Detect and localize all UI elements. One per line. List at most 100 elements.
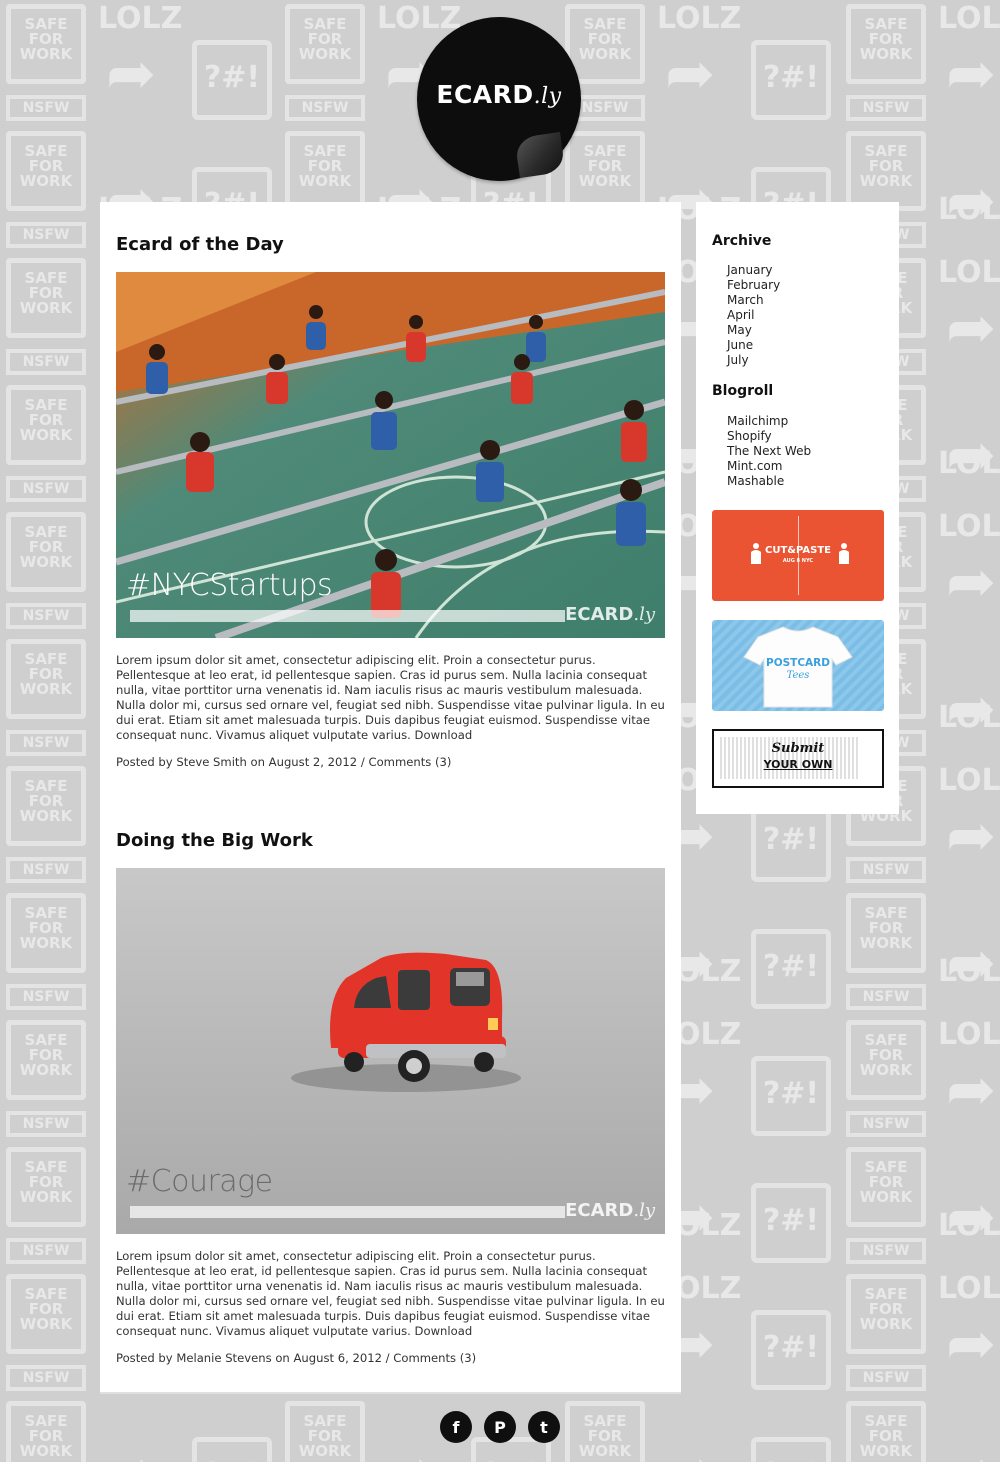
safe-for-work-tile: SAFE FOR WORK — [846, 4, 926, 84]
twitter-icon[interactable]: t — [528, 1411, 560, 1443]
lolz-tile: LOLZ — [98, 1, 183, 36]
cutpaste-label: CUT&PASTE — [764, 545, 831, 556]
nsfw-tile: NSFW — [6, 730, 86, 756]
share-arrow-icon: ➦ — [946, 1309, 997, 1379]
share-arrow-icon: ➦ — [385, 1441, 435, 1462]
safe-for-work-tile: SAFE FOR WORK — [846, 893, 926, 973]
watermark-bar — [130, 610, 565, 622]
safe-for-work-tile: SAFE FOR WORK — [6, 1274, 86, 1354]
download-link[interactable]: Download — [415, 1324, 473, 1338]
share-arrow-icon: ➦ — [946, 1055, 997, 1125]
share-arrow-icon: ➦ — [946, 39, 997, 109]
post-image[interactable]: #NYCStartups ECARD.ly — [116, 272, 665, 638]
share-arrow-icon: ➦ — [665, 1441, 715, 1462]
archive-heading: Archive — [712, 233, 772, 249]
nsfw-tile: NSFW — [6, 984, 86, 1010]
archive-item: March — [727, 293, 780, 308]
blogroll-link-mailchimp[interactable]: Mailchimp — [727, 414, 788, 428]
image-hashtag: #NYCStartups — [126, 568, 333, 603]
comments-link[interactable]: Comments (3) — [368, 755, 451, 769]
submit-label: Submit — [771, 741, 825, 756]
comments-link[interactable]: Comments (3) — [393, 1351, 476, 1365]
nsfw-tile: NSFW — [6, 476, 86, 502]
author-link[interactable]: Steve Smith — [176, 755, 247, 769]
submit-your-own-button[interactable]: Submit YOUR OWN — [712, 729, 884, 788]
author-link[interactable]: Melanie Stevens — [176, 1351, 271, 1365]
facebook-icon[interactable]: f — [440, 1411, 472, 1443]
archive-link-april[interactable]: April — [727, 308, 754, 322]
archive-item: April — [727, 308, 780, 323]
post-date: August 6, 2012 — [293, 1351, 382, 1365]
posted-by-label: Posted by — [116, 755, 173, 769]
post-title[interactable]: Ecard of the Day — [116, 234, 284, 255]
archive-list: January February March April May June Ju… — [727, 263, 780, 368]
blogroll-link-mint[interactable]: Mint.com — [727, 459, 782, 473]
nsfw-tile: NSFW — [846, 1365, 926, 1391]
lolz-tile: LOLZ — [377, 1, 462, 36]
blogroll-link-the-next-web[interactable]: The Next Web — [727, 444, 811, 458]
share-arrow-icon: ➦ — [106, 39, 157, 109]
nsfw-tile: NSFW — [846, 857, 926, 883]
nsfw-tile: NSFW — [6, 1365, 86, 1391]
archive-item: June — [727, 338, 780, 353]
archive-link-january[interactable]: January — [727, 263, 773, 277]
symbol-tile: ?#! — [751, 1437, 831, 1462]
archive-link-march[interactable]: March — [727, 293, 764, 307]
blogroll-item: Mint.com — [727, 459, 811, 474]
postcard-label: POSTCARD — [766, 657, 830, 669]
blogroll-item: The Next Web — [727, 444, 811, 459]
share-arrow-icon: ➦ — [106, 1441, 156, 1462]
safe-for-work-tile: SAFE FOR WORK — [6, 4, 86, 84]
archive-link-may[interactable]: May — [727, 323, 752, 337]
watermark-suffix: .ly — [633, 604, 655, 625]
safe-for-work-tile: SAFE FOR WORK — [565, 4, 645, 84]
safe-for-work-tile: SAFE FOR WORK — [6, 1020, 86, 1100]
blogroll-link-mashable[interactable]: Mashable — [727, 474, 784, 488]
lolz-tile: LOLZ — [657, 1, 742, 36]
posted-by-label: Posted by — [116, 1351, 173, 1365]
symbol-tile: ?#! — [751, 1056, 831, 1136]
blogroll-item: Shopify — [727, 429, 811, 444]
site-logo[interactable]: ECARD.ly — [417, 17, 581, 181]
download-link[interactable]: Download — [415, 728, 473, 742]
safe-for-work-tile: SAFE FOR WORK — [846, 1147, 926, 1227]
date-prefix: on — [250, 755, 265, 769]
safe-for-work-tile: SAFE FOR WORK — [6, 893, 86, 973]
share-arrow-icon: ➦ — [946, 293, 997, 363]
archive-link-june[interactable]: June — [727, 338, 753, 352]
logo-suffix: .ly — [533, 83, 562, 109]
symbol-tile: ?#! — [192, 1437, 272, 1462]
nsfw-tile: NSFW — [846, 984, 926, 1010]
share-arrow-icon: ➦ — [665, 39, 716, 109]
lolz-tile: LOLZ — [938, 1, 1000, 36]
archive-link-february[interactable]: February — [727, 278, 780, 292]
tees-label: Tees — [786, 670, 810, 681]
lolz-tile: LOLZ — [938, 255, 1000, 290]
blogroll-link-shopify[interactable]: Shopify — [727, 429, 772, 443]
cutpaste-promo-banner[interactable]: CUT&PASTE AUG 8 NYC — [712, 510, 884, 601]
blogroll-item: Mashable — [727, 474, 811, 489]
blogroll-item: Mailchimp — [727, 414, 811, 429]
safe-for-work-tile: SAFE FOR WORK — [846, 1401, 926, 1462]
lolz-tile: LOLZ — [938, 763, 1000, 798]
meta-separator: / — [385, 1351, 390, 1365]
post-meta: Posted by Steve Smith on August 2, 2012 … — [116, 755, 665, 769]
lolz-tile: LOLZ — [938, 509, 1000, 544]
post-title[interactable]: Doing the Big Work — [116, 830, 313, 851]
share-arrow-icon: ➦ — [946, 1182, 997, 1252]
postcard-tees-promo-banner[interactable]: POSTCARD Tees — [712, 620, 884, 711]
archive-link-july[interactable]: July — [727, 353, 749, 367]
nsfw-tile: NSFW — [6, 349, 86, 375]
archive-item: February — [727, 278, 780, 293]
pinterest-icon[interactable]: P — [484, 1411, 516, 1443]
safe-for-work-tile: SAFE FOR WORK — [6, 639, 86, 719]
symbol-tile: ?#! — [751, 40, 831, 120]
your-own-label: YOUR OWN — [763, 758, 833, 771]
pinterest-glyph: P — [494, 1417, 506, 1437]
post-image[interactable]: #Courage ECARD.ly — [116, 868, 665, 1234]
facebook-glyph: f — [452, 1417, 460, 1437]
share-arrow-icon: ➦ — [946, 166, 997, 236]
nsfw-tile: NSFW — [6, 603, 86, 629]
twitter-glyph: t — [540, 1417, 548, 1437]
safe-for-work-tile: SAFE FOR WORK — [565, 1401, 645, 1462]
